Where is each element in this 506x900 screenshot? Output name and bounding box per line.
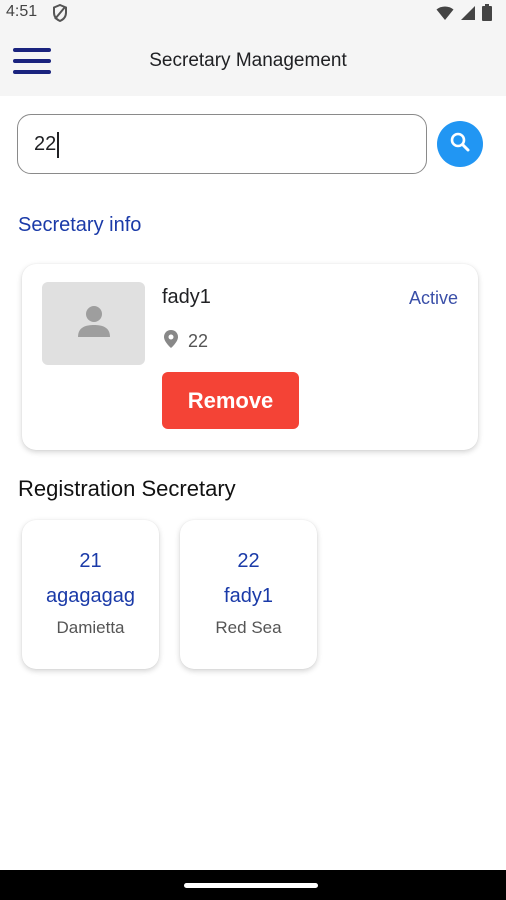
- home-gesture-handle[interactable]: [184, 883, 318, 888]
- secretary-name: fady1: [162, 286, 211, 308]
- wifi-icon: [436, 5, 454, 26]
- secretary-location: 22: [164, 330, 208, 353]
- search-field-container[interactable]: [17, 114, 427, 174]
- registration-name: fady1: [224, 585, 273, 607]
- person-icon: [74, 301, 114, 346]
- secretary-info-title: Secretary info: [18, 214, 142, 236]
- registration-city: Red Sea: [215, 618, 282, 637]
- registration-secretary-title: Registration Secretary: [18, 476, 236, 501]
- status-time: 4:51: [6, 3, 38, 20]
- system-navigation-bar: [0, 870, 506, 900]
- signal-icon: [460, 5, 476, 26]
- registration-city: Damietta: [56, 618, 125, 637]
- search-icon: [449, 131, 471, 158]
- registration-id: 22: [237, 550, 260, 572]
- search-input[interactable]: [34, 129, 404, 159]
- battery-icon: [482, 4, 492, 26]
- avatar: [42, 282, 145, 365]
- registration-card[interactable]: 21 agagagag Damietta: [22, 520, 159, 669]
- registration-name: agagagag: [46, 585, 135, 607]
- shield-icon: [52, 3, 68, 27]
- search-button[interactable]: [437, 121, 483, 167]
- remove-button[interactable]: Remove: [162, 372, 299, 429]
- registration-id: 21: [79, 550, 102, 572]
- status-badge: Active: [408, 288, 458, 308]
- registration-card[interactable]: 22 fady1 Red Sea: [180, 520, 317, 669]
- page-title: Secretary Management: [149, 50, 347, 71]
- app-bar: Secretary Management: [0, 26, 506, 96]
- text-caret: [57, 132, 59, 158]
- location-value: 22: [188, 331, 209, 351]
- secretary-card: fady1 Active 22 Remove: [22, 264, 478, 450]
- location-pin-icon: [164, 330, 178, 353]
- status-bar: 4:51: [0, 0, 506, 26]
